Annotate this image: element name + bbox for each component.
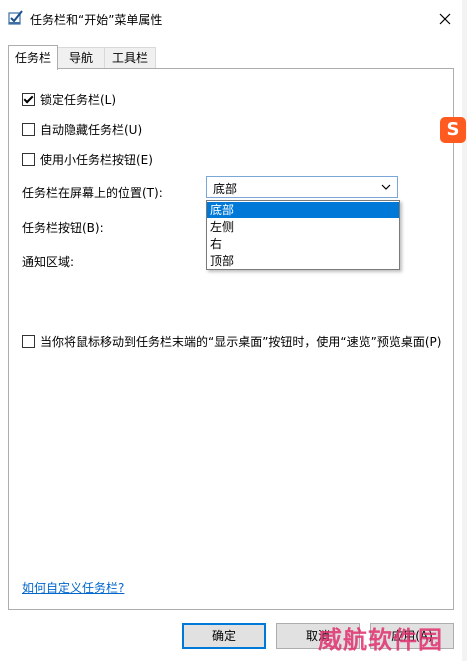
help-link[interactable]: 如何自定义任务栏? <box>22 579 124 596</box>
auto-hide-option[interactable]: 自动隐藏任务栏(U) <box>22 121 142 138</box>
position-option-left[interactable]: 左侧 <box>207 219 399 235</box>
position-select[interactable]: 底部 <box>206 176 398 198</box>
close-icon <box>439 13 451 25</box>
peek-checkbox[interactable] <box>22 335 35 348</box>
position-label: 任务栏在屏幕上的位置(T): <box>22 186 163 200</box>
position-selected-value: 底部 <box>213 182 238 196</box>
taskbar-buttons-label: 任务栏按钮(B): <box>22 221 104 235</box>
peek-option[interactable]: 当你将鼠标移动到任务栏末端的“显示桌面”按钮时，使用“速览”预览桌面(P) <box>22 333 441 350</box>
close-button[interactable] <box>432 6 458 32</box>
ok-button[interactable]: 确定 <box>182 623 266 649</box>
position-dropdown-list: 底部 左侧 右 顶部 <box>206 200 400 270</box>
sogou-input-icon[interactable]: S <box>440 117 466 143</box>
window-title: 任务栏和“开始”菜单属性 <box>30 13 163 27</box>
site-watermark: 威航软件园 <box>318 625 443 654</box>
small-buttons-checkbox[interactable] <box>22 153 35 166</box>
lock-taskbar-checkbox[interactable] <box>22 93 35 106</box>
tab-navigation[interactable]: 导航 <box>56 47 106 69</box>
taskbar-properties-dialog: 任务栏和“开始”菜单属性 任务栏 导航 工具栏 锁定任务栏(L) 自动隐藏任务栏… <box>0 0 463 661</box>
small-buttons-label: 使用小任务栏按钮(E) <box>40 153 153 167</box>
chevron-down-icon <box>381 181 391 195</box>
auto-hide-checkbox[interactable] <box>22 123 35 136</box>
title-bar: 任务栏和“开始”菜单属性 <box>0 0 462 38</box>
small-buttons-option[interactable]: 使用小任务栏按钮(E) <box>22 151 153 168</box>
peek-label: 当你将鼠标移动到任务栏末端的“显示桌面”按钮时，使用“速览”预览桌面(P) <box>40 335 442 349</box>
lock-taskbar-label: 锁定任务栏(L) <box>40 93 117 107</box>
background-window-edge <box>462 0 467 661</box>
taskbar-checklist-icon <box>8 10 24 26</box>
lock-taskbar-option[interactable]: 锁定任务栏(L) <box>22 91 116 108</box>
notification-area-label: 通知区域: <box>22 255 75 269</box>
position-option-right[interactable]: 右 <box>207 236 399 252</box>
tab-toolbars[interactable]: 工具栏 <box>104 47 156 69</box>
tab-taskbar[interactable]: 任务栏 <box>8 45 58 70</box>
auto-hide-label: 自动隐藏任务栏(U) <box>40 123 143 137</box>
position-option-top[interactable]: 顶部 <box>207 253 399 269</box>
position-option-bottom[interactable]: 底部 <box>207 202 399 218</box>
